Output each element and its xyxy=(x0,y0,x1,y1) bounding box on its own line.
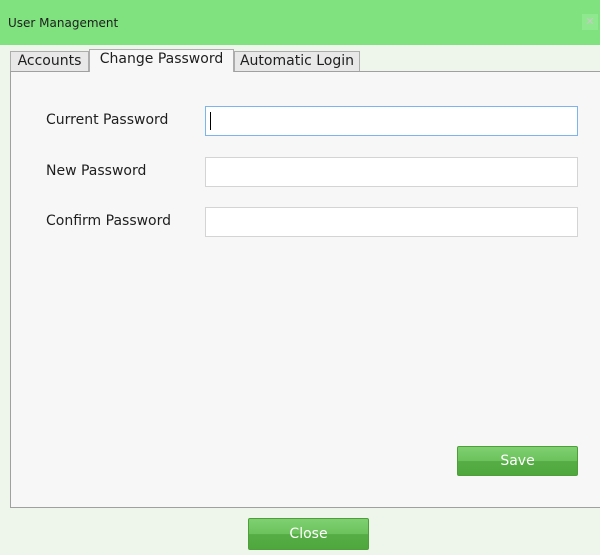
confirm-password-field[interactable] xyxy=(205,207,578,237)
window-title: User Management xyxy=(8,16,119,30)
close-icon[interactable]: ✕ xyxy=(582,14,598,30)
tab-accounts[interactable]: Accounts xyxy=(10,51,89,71)
save-button[interactable]: Save xyxy=(457,446,578,476)
close-button[interactable]: Close xyxy=(248,518,369,550)
text-cursor xyxy=(210,112,211,130)
tab-automatic-login[interactable]: Automatic Login xyxy=(234,51,360,71)
user-management-dialog: User Management ✕ Accounts Change Passwo… xyxy=(0,0,600,555)
confirm-password-label: Confirm Password xyxy=(46,213,172,229)
tab-change-password[interactable]: Change Password xyxy=(89,49,234,72)
change-password-panel xyxy=(10,71,600,508)
new-password-field[interactable] xyxy=(205,157,578,187)
title-bar[interactable]: User Management ✕ xyxy=(0,0,600,45)
new-password-label: New Password xyxy=(46,163,147,179)
current-password-field[interactable] xyxy=(205,106,578,136)
current-password-label: Current Password xyxy=(46,112,169,128)
